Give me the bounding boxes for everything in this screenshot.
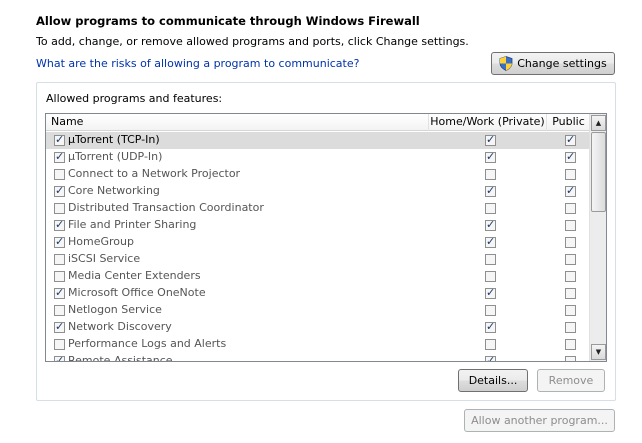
list-item[interactable]: Media Center Extenders <box>46 268 591 285</box>
enable-checkbox[interactable] <box>54 218 65 231</box>
list-item[interactable]: File and Printer Sharing <box>46 217 591 234</box>
list-item[interactable]: µTorrent (UDP-In) <box>46 149 591 166</box>
program-name: Distributed Transaction Coordinator <box>68 201 264 214</box>
scroll-thumb[interactable] <box>591 132 606 212</box>
home-work-checkbox[interactable] <box>485 286 496 299</box>
program-name: µTorrent (UDP-In) <box>68 150 163 163</box>
public-checkbox[interactable] <box>565 169 576 180</box>
program-name: Remote Assistance <box>68 354 173 362</box>
program-name: Netlogon Service <box>68 303 162 316</box>
enable-checkbox[interactable] <box>54 254 65 265</box>
home-work-checkbox[interactable] <box>485 254 496 265</box>
home-work-checkbox[interactable] <box>485 218 496 231</box>
public-checkbox[interactable] <box>565 288 576 299</box>
home-work-checkbox[interactable] <box>485 184 496 197</box>
enable-checkbox[interactable] <box>54 133 65 146</box>
program-name: Core Networking <box>68 184 160 197</box>
list-item[interactable]: Distributed Transaction Coordinator <box>46 200 591 217</box>
public-checkbox[interactable] <box>565 184 576 197</box>
uac-shield-icon <box>499 56 513 71</box>
list-item[interactable]: Remote Assistance <box>46 353 591 362</box>
enable-checkbox[interactable] <box>54 169 65 180</box>
list-item[interactable]: Netlogon Service <box>46 302 591 319</box>
enable-checkbox[interactable] <box>54 320 65 333</box>
program-name: HomeGroup <box>68 235 134 248</box>
allow-another-program-button[interactable]: Allow another program... <box>464 409 615 432</box>
enable-checkbox[interactable] <box>54 203 65 214</box>
home-work-checkbox[interactable] <box>485 203 496 214</box>
allowed-programs-label: Allowed programs and features: <box>46 92 223 105</box>
public-checkbox[interactable] <box>565 322 576 333</box>
scroll-up-arrow-icon[interactable]: ▲ <box>591 115 606 131</box>
program-name: Media Center Extenders <box>68 269 201 282</box>
scroll-down-arrow-icon[interactable]: ▼ <box>591 344 606 360</box>
public-checkbox[interactable] <box>565 339 576 350</box>
list-item[interactable]: µTorrent (TCP-In) <box>46 132 591 149</box>
enable-checkbox[interactable] <box>54 286 65 299</box>
allowed-programs-group: Allowed programs and features: Name Home… <box>36 82 616 401</box>
enable-checkbox[interactable] <box>54 235 65 248</box>
home-work-checkbox[interactable] <box>485 320 496 333</box>
home-work-checkbox[interactable] <box>485 271 496 282</box>
list-item[interactable]: Connect to a Network Projector <box>46 166 591 183</box>
enable-checkbox[interactable] <box>54 184 65 197</box>
program-name: Network Discovery <box>68 320 172 333</box>
enable-checkbox[interactable] <box>54 150 65 163</box>
column-header-home-work[interactable]: Home/Work (Private) <box>429 114 547 131</box>
home-work-checkbox[interactable] <box>485 235 496 248</box>
program-name: File and Printer Sharing <box>68 218 197 231</box>
remove-button[interactable]: Remove <box>537 369 605 392</box>
list-item[interactable]: iSCSI Service <box>46 251 591 268</box>
public-checkbox[interactable] <box>565 305 576 316</box>
public-checkbox[interactable] <box>565 254 576 265</box>
program-name: Performance Logs and Alerts <box>68 337 227 350</box>
public-checkbox[interactable] <box>565 133 576 146</box>
home-work-checkbox[interactable] <box>485 339 496 350</box>
page-title: Allow programs to communicate through Wi… <box>36 14 420 28</box>
list-item[interactable]: HomeGroup <box>46 234 591 251</box>
page-description: To add, change, or remove allowed progra… <box>36 35 469 48</box>
list-item[interactable]: Network Discovery <box>46 319 591 336</box>
enable-checkbox[interactable] <box>54 339 65 350</box>
public-checkbox[interactable] <box>565 237 576 248</box>
home-work-checkbox[interactable] <box>485 133 496 146</box>
details-button[interactable]: Details... <box>458 369 528 392</box>
change-settings-label: Change settings <box>517 57 607 70</box>
enable-checkbox[interactable] <box>54 305 65 316</box>
programs-list[interactable]: Name Home/Work (Private) Public µTorrent… <box>45 113 607 362</box>
programs-rows: µTorrent (TCP-In) µTorrent (UDP-In) Connec… <box>46 132 591 362</box>
column-header-name[interactable]: Name <box>46 114 429 131</box>
home-work-checkbox[interactable] <box>485 150 496 163</box>
public-checkbox[interactable] <box>565 203 576 214</box>
vertical-scrollbar[interactable]: ▲ ▼ <box>589 114 606 361</box>
public-checkbox[interactable] <box>565 150 576 163</box>
public-checkbox[interactable] <box>565 220 576 231</box>
home-work-checkbox[interactable] <box>485 169 496 180</box>
enable-checkbox[interactable] <box>54 354 65 361</box>
home-work-checkbox[interactable] <box>485 305 496 316</box>
enable-checkbox[interactable] <box>54 271 65 282</box>
program-name: Connect to a Network Projector <box>68 167 241 180</box>
home-work-checkbox[interactable] <box>485 354 496 361</box>
change-settings-button[interactable]: Change settings <box>491 52 615 75</box>
program-name: iSCSI Service <box>68 252 141 265</box>
list-item[interactable]: Performance Logs and Alerts <box>46 336 591 353</box>
program-name: µTorrent (TCP-In) <box>68 133 160 146</box>
program-name: Microsoft Office OneNote <box>68 286 206 299</box>
risks-link[interactable]: What are the risks of allowing a program… <box>36 57 359 70</box>
public-checkbox[interactable] <box>565 356 576 361</box>
list-item[interactable]: Microsoft Office OneNote <box>46 285 591 302</box>
column-header-public[interactable]: Public <box>547 114 591 131</box>
public-checkbox[interactable] <box>565 271 576 282</box>
list-item[interactable]: Core Networking <box>46 183 591 200</box>
list-header: Name Home/Work (Private) Public <box>46 114 591 131</box>
